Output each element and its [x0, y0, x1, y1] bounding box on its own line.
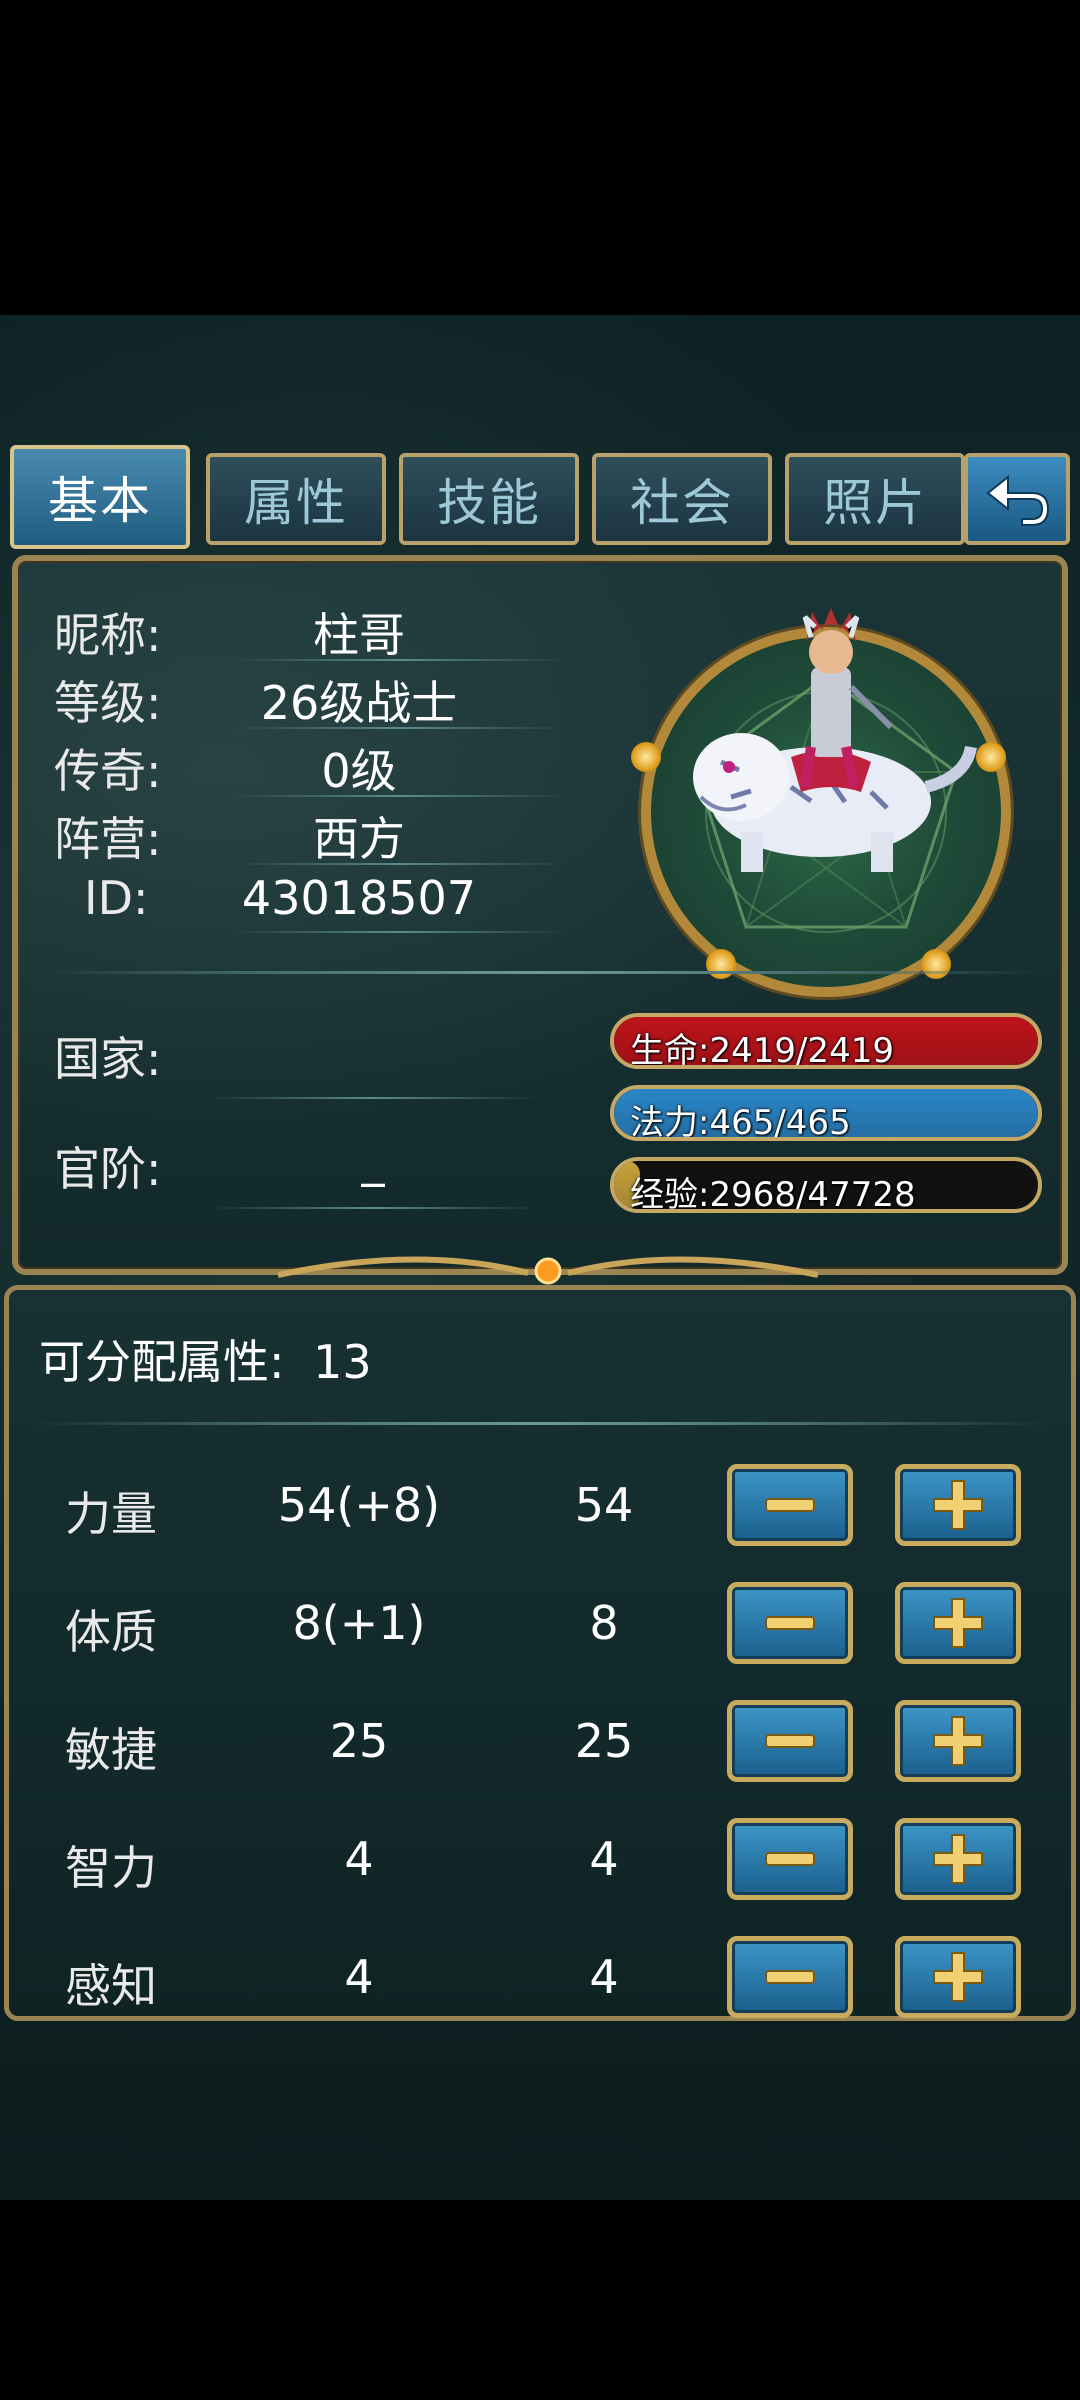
- level-value: 26级战士: [260, 676, 458, 730]
- rank-line: [208, 1207, 538, 1209]
- intelligence-minus-button[interactable]: [727, 1818, 853, 1900]
- plus-icon: [933, 1834, 983, 1884]
- node-gem-icon: [631, 742, 661, 772]
- strength-minus-button[interactable]: [727, 1464, 853, 1546]
- free-points: 可分配属性: 13: [39, 1326, 372, 1392]
- level-row: 等级: 26级战士: [44, 667, 564, 731]
- attr-row-agility: 敏捷 25 25: [9, 1700, 1071, 1790]
- tab-attributes[interactable]: 属性: [206, 453, 386, 545]
- plus-icon: [933, 1480, 983, 1530]
- attr-row-strength: 力量 54(+8) 54: [9, 1464, 1071, 1554]
- level-label: 等级:: [54, 676, 162, 730]
- strength-plus-button[interactable]: [895, 1464, 1021, 1546]
- constitution-plus-button[interactable]: [895, 1582, 1021, 1664]
- node-gem-icon: [976, 742, 1006, 772]
- white-tiger-mount-icon: [693, 608, 977, 872]
- minus-icon: [765, 1734, 815, 1748]
- attr-current: 8(+1): [292, 1596, 426, 1650]
- id-row: ID: 43018507: [44, 871, 564, 935]
- rank-value: _: [361, 1133, 385, 1187]
- nickname-row: 昵称: 柱哥: [44, 599, 564, 663]
- id-value: 43018507: [241, 871, 477, 925]
- back-button[interactable]: [964, 453, 1070, 545]
- attr-base: 4: [589, 1832, 619, 1886]
- back-arrow-icon: [986, 474, 1050, 526]
- tab-basic[interactable]: 基本: [10, 445, 190, 549]
- hp-text: 生命:2419/2419: [630, 1031, 894, 1069]
- attr-current: 25: [329, 1714, 389, 1768]
- attr-row-intelligence: 智力 4 4: [9, 1818, 1071, 1908]
- attr-row-constitution: 体质 8(+1) 8: [9, 1582, 1071, 1672]
- tab-social[interactable]: 社会: [592, 453, 772, 545]
- agility-plus-button[interactable]: [895, 1700, 1021, 1782]
- attr-name: 敏捷: [65, 1723, 157, 1777]
- nickname-label: 昵称:: [54, 608, 162, 662]
- rank-label: 官阶:: [54, 1142, 162, 1196]
- attr-current: 4: [344, 1950, 374, 2004]
- legend-row: 传奇: 0级: [44, 735, 564, 799]
- attr-current: 54(+8): [277, 1478, 441, 1532]
- faction-row: 阵营: 西方: [44, 803, 564, 867]
- id-label: ID:: [84, 871, 149, 925]
- attribute-divider: [29, 1422, 1051, 1425]
- attr-base: 25: [574, 1714, 634, 1768]
- mp-bar: 法力:465/465: [610, 1085, 1042, 1141]
- tab-skills[interactable]: 技能: [399, 453, 579, 545]
- intelligence-plus-button[interactable]: [895, 1818, 1021, 1900]
- attr-name: 体质: [65, 1605, 157, 1659]
- gold-ornament-icon: [278, 1256, 818, 1285]
- perception-minus-button[interactable]: [727, 1936, 853, 2018]
- node-gem-icon: [921, 949, 951, 979]
- node-gem-icon: [706, 949, 736, 979]
- attr-current: 4: [344, 1832, 374, 1886]
- panel-divider: [38, 971, 1042, 974]
- free-points-label: 可分配属性:: [39, 1335, 285, 1389]
- minus-icon: [765, 1852, 815, 1866]
- attr-base: 54: [574, 1478, 634, 1532]
- minus-icon: [765, 1498, 815, 1512]
- exp-bar: 经验:2968/47728: [610, 1157, 1042, 1213]
- agility-minus-button[interactable]: [727, 1700, 853, 1782]
- exp-text: 经验:2968/47728: [630, 1175, 916, 1213]
- country-label: 国家:: [54, 1032, 162, 1086]
- attr-row-perception: 感知 4 4: [9, 1936, 1071, 2026]
- attr-base: 8: [589, 1596, 619, 1650]
- attr-name: 智力: [65, 1841, 157, 1895]
- country-line: [208, 1097, 538, 1099]
- attr-name: 感知: [65, 1959, 157, 2013]
- legend-value: 0级: [321, 744, 397, 798]
- tab-photos[interactable]: 照片: [785, 453, 965, 545]
- profile-panel: 昵称: 柱哥 等级: 26级战士 传奇: 0级 阵营: 西方 ID: 43018…: [12, 555, 1068, 1285]
- tab-bar: 基本 属性 技能 社会 照片: [10, 445, 1070, 549]
- plus-icon: [933, 1952, 983, 2002]
- character-screen: 基本 属性 技能 社会 照片 昵称: 柱哥 等级: 26级战士 传奇: 0级 阵…: [0, 315, 1080, 2200]
- minus-icon: [765, 1616, 815, 1630]
- free-points-value: 13: [313, 1335, 372, 1389]
- faction-value: 西方: [313, 812, 405, 866]
- mp-text: 法力:465/465: [630, 1103, 851, 1141]
- attr-name: 力量: [65, 1487, 157, 1541]
- legend-label: 传奇:: [54, 744, 162, 798]
- hp-bar: 生命:2419/2419: [610, 1013, 1042, 1069]
- nickname-value: 柱哥: [313, 608, 405, 662]
- faction-label: 阵营:: [54, 812, 162, 866]
- plus-icon: [933, 1716, 983, 1766]
- minus-icon: [765, 1970, 815, 1984]
- character-portrait[interactable]: [631, 608, 1011, 997]
- plus-icon: [933, 1598, 983, 1648]
- perception-plus-button[interactable]: [895, 1936, 1021, 2018]
- attribute-panel: 可分配属性: 13 力量 54(+8) 54 体质 8(+1) 8 敏捷 25 …: [4, 1285, 1076, 2021]
- attr-base: 4: [589, 1950, 619, 2004]
- constitution-minus-button[interactable]: [727, 1582, 853, 1664]
